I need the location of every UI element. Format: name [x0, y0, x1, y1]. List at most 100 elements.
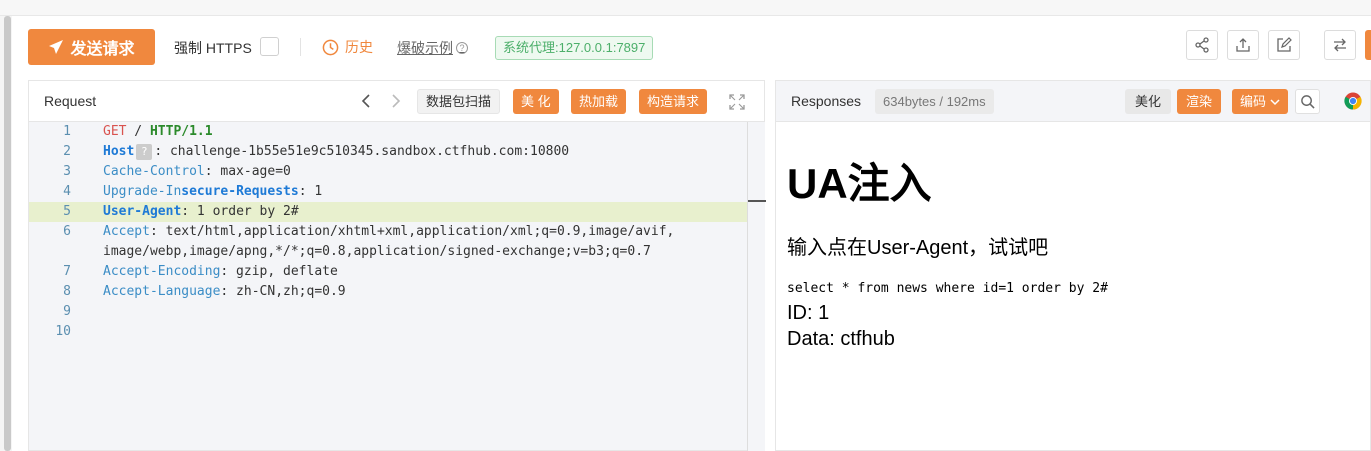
line-number: 4 [63, 184, 71, 199]
clock-icon [322, 39, 339, 55]
response-pane: Responses 634bytes / 192ms 美化 渲染 编码 UA注入… [775, 80, 1371, 451]
line-number: 6 [63, 224, 71, 239]
code-line[interactable]: 10 [29, 322, 747, 342]
code-line[interactable]: 1 GET / HTTP/1.1 [29, 122, 747, 142]
encode-label: 编码 [1240, 94, 1267, 109]
response-header: Responses 634bytes / 192ms 美化 渲染 编码 [776, 81, 1370, 122]
help-icon[interactable]: ? [456, 42, 468, 54]
code-line[interactable]: 3 Cache-Control: max-age=0 [29, 162, 747, 182]
extra-action-button[interactable] [1365, 30, 1371, 60]
search-icon[interactable] [1295, 89, 1320, 114]
line-text: Host?: challenge-1b55e51e9c510345.sandbo… [103, 142, 569, 162]
left-scrollbar[interactable] [0, 16, 12, 451]
render-button[interactable]: 渲染 [1177, 89, 1222, 114]
code-line[interactable]: 2 Host?: challenge-1b55e51e9c510345.sandb… [29, 142, 747, 162]
code-line[interactable]: 4 Upgrade-Insecure-Requests: 1 [29, 182, 747, 202]
line-number: 2 [63, 144, 71, 159]
scrollbar-marker [748, 200, 766, 202]
send-request-button[interactable]: 发送请求 [28, 29, 155, 65]
request-header: Request 数据包扫描 美 化 热加载 构造请求 [29, 81, 764, 122]
request-editor[interactable]: 1 GET / HTTP/1.1 2 Host?: challenge-1b55e51… [29, 122, 747, 451]
line-number: 5 [63, 204, 71, 219]
force-https-label: 强制 HTTPS [174, 40, 252, 56]
code-token: image/webp,image/apng,*/*;q=0.8,applicat… [103, 244, 651, 259]
system-proxy-badge[interactable]: 系统代理:127.0.0.1:7897 [495, 36, 654, 60]
build-request-button[interactable]: 构造请求 [639, 89, 708, 114]
edit-icon[interactable] [1268, 30, 1300, 60]
toolbar-divider [300, 38, 301, 56]
app-window: 发送请求 强制 HTTPS 历史 爆破示例 ? 系统代理:127.0.0.1:7… [0, 0, 1371, 451]
chevron-down-icon [1270, 98, 1280, 105]
placeholder-badge: ? [136, 143, 153, 160]
code-token: Accept-Language [103, 284, 221, 299]
code-token: : challenge-1b55e51e9c510345.sandbox.ctf… [154, 144, 570, 159]
history-label: 历史 [345, 39, 373, 55]
code-token: : 1 order by 2# [181, 204, 299, 219]
page-subtitle: 输入点在User-Agent，试试吧 [787, 237, 1049, 259]
code-token: / [126, 124, 150, 139]
response-beautify-button[interactable]: 美化 [1125, 89, 1172, 114]
code-token: Cache-Control [103, 164, 205, 179]
response-size-badge: 634bytes / 192ms [875, 89, 994, 114]
main-panel: 发送请求 强制 HTTPS 历史 爆破示例 ? 系统代理:127.0.0.1:7… [12, 16, 1371, 451]
code-token: : gzip, deflate [220, 264, 338, 279]
code-token: Upgrade-In [103, 184, 182, 199]
data-result: Data: ctfhub [787, 328, 895, 350]
request-title: Request [44, 93, 97, 109]
code-line[interactable]: image/webp,image/apng,*/*;q=0.8,applicat… [29, 242, 747, 262]
share-icon[interactable] [1186, 30, 1218, 60]
toolbar: 发送请求 强制 HTTPS 历史 爆破示例 ? 系统代理:127.0.0.1:7… [12, 16, 1371, 80]
code-line[interactable]: 9 [29, 302, 747, 322]
line-text: Cache-Control: max-age=0 [103, 162, 291, 182]
browser-icon[interactable] [1344, 92, 1362, 110]
line-number: 8 [63, 284, 71, 299]
request-pane: Request 数据包扫描 美 化 热加载 构造请求 1 GET / HTTP/1… [28, 80, 766, 451]
encode-dropdown[interactable]: 编码 [1232, 89, 1289, 114]
code-token: : text/html,application/xhtml+xml,applic… [149, 224, 675, 239]
code-line[interactable]: 7 Accept-Encoding: gzip, deflate [29, 262, 747, 282]
code-token: : 1 [298, 184, 323, 199]
line-number: 3 [63, 164, 71, 179]
packet-scan-button[interactable]: 数据包扫描 [417, 89, 501, 114]
code-line[interactable]: 5 User-Agent: 1 order by 2# [29, 202, 747, 222]
id-result: ID: 1 [787, 302, 830, 324]
code-token: User-Agent [103, 204, 182, 219]
left-scrollbar-thumb[interactable] [4, 16, 11, 451]
history-button[interactable]: 历史 [322, 37, 373, 57]
send-icon [49, 40, 64, 54]
request-beautify-button[interactable]: 美 化 [513, 89, 559, 114]
code-line[interactable]: 6 Accept: text/html,application/xhtml+xml… [29, 222, 747, 242]
swap-icon[interactable] [1324, 30, 1356, 60]
request-editor-scrollbar[interactable] [747, 122, 766, 451]
toolbar-icon-group [1186, 30, 1371, 60]
code-token: Accept-Encoding [103, 264, 221, 279]
expand-icon[interactable] [729, 94, 745, 110]
top-strip [0, 0, 1371, 16]
hot-load-button[interactable]: 热加载 [571, 89, 627, 114]
line-text: Accept-Encoding: gzip, deflate [103, 262, 338, 282]
line-text: User-Agent: 1 order by 2# [103, 202, 299, 222]
blast-example-link[interactable]: 爆破示例 ? [397, 38, 468, 58]
line-text: Accept: text/html,application/xhtml+xml,… [103, 222, 674, 242]
line-text: GET / HTTP/1.1 [103, 122, 213, 142]
line-number: 1 [63, 124, 71, 139]
force-https-checkbox[interactable] [260, 37, 279, 56]
send-request-label: 发送请求 [70, 41, 135, 58]
code-token: HTTP/1.1 [149, 124, 213, 139]
chevron-left-icon[interactable] [358, 92, 374, 110]
response-title: Responses [791, 93, 862, 109]
blast-example-label: 爆破示例 [397, 40, 453, 56]
line-text: Upgrade-Insecure-Requests: 1 [103, 182, 322, 202]
line-text: image/webp,image/apng,*/*;q=0.8,applicat… [103, 242, 651, 262]
code-token: Accept [103, 224, 150, 239]
sql-query-text: select * from news where id=1 order by 2… [787, 281, 1108, 296]
page-heading: UA注入 [787, 160, 932, 207]
line-number: 9 [63, 304, 71, 319]
line-number: 10 [55, 324, 71, 339]
code-line[interactable]: 8 Accept-Language: zh-CN,zh;q=0.9 [29, 282, 747, 302]
code-token: : max-age=0 [204, 164, 291, 179]
line-text: Accept-Language: zh-CN,zh;q=0.9 [103, 282, 346, 302]
upload-icon[interactable] [1227, 30, 1259, 60]
chevron-right-icon[interactable] [388, 92, 404, 110]
code-token: GET [103, 124, 127, 139]
